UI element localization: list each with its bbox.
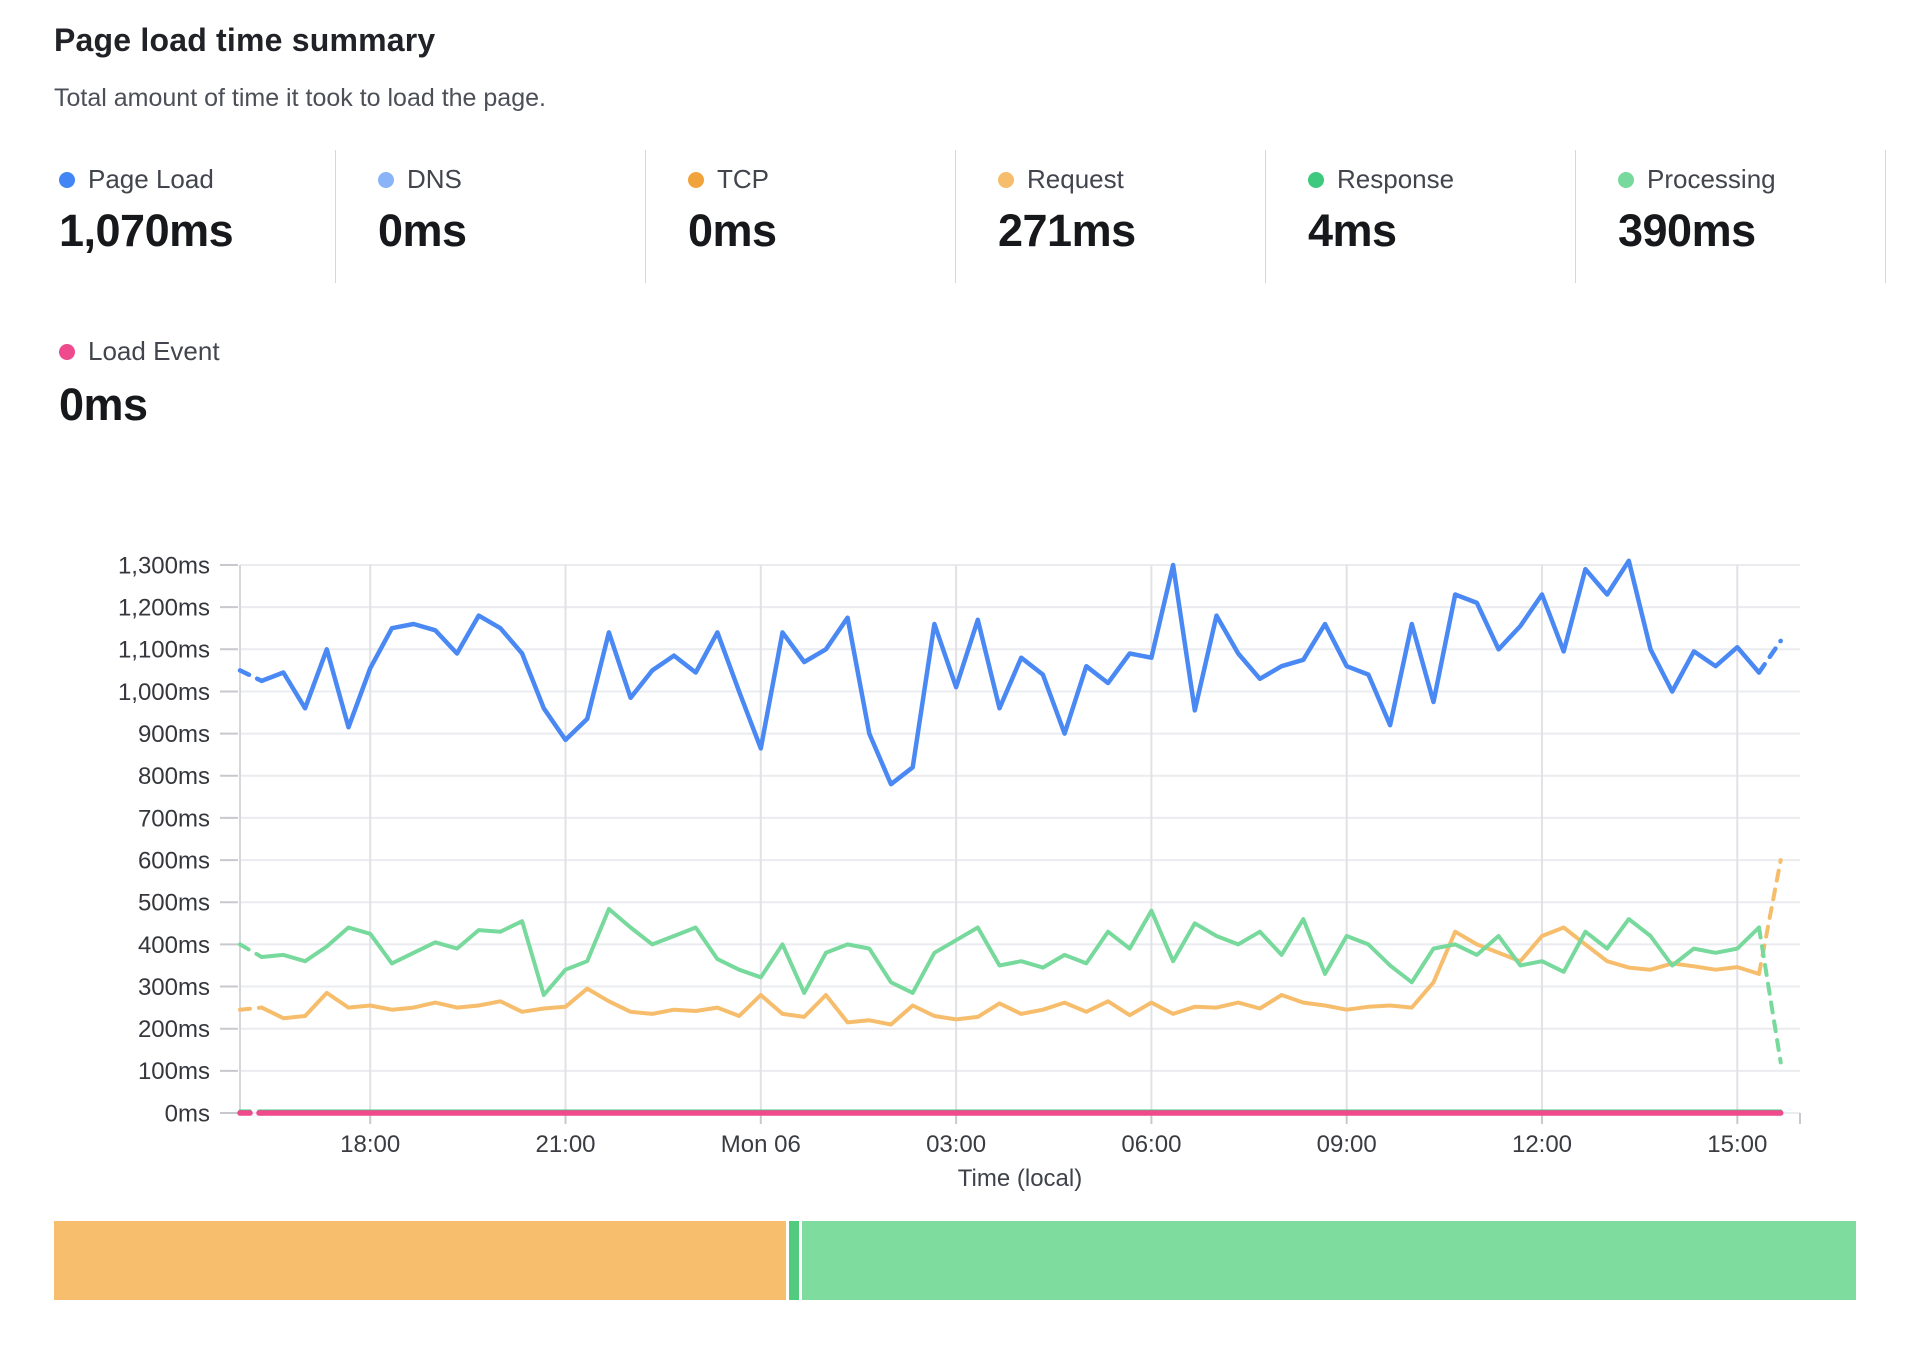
y-axis-tick-label: 300ms — [138, 974, 210, 1001]
y-axis-tick-label: 400ms — [138, 932, 210, 959]
x-axis-tick-label: 15:00 — [1707, 1131, 1767, 1158]
y-axis-tick-label: 900ms — [138, 721, 210, 748]
y-axis-tick-label: 200ms — [138, 1016, 210, 1043]
status-timeline-bar — [54, 1221, 1856, 1300]
y-axis-tick-label: 800ms — [138, 763, 210, 790]
x-axis-tick-label: 18:00 — [340, 1131, 400, 1158]
series-page-load — [240, 561, 1781, 784]
y-axis-tick-label: 500ms — [138, 890, 210, 917]
x-axis-title: Time (local) — [958, 1165, 1082, 1192]
timeline-segment-green-dark[interactable] — [789, 1221, 799, 1300]
x-axis-tick-label: 09:00 — [1317, 1131, 1377, 1158]
series-request — [240, 860, 1781, 1024]
timeline-segment-orange[interactable] — [54, 1221, 786, 1300]
y-axis-tick-label: 100ms — [138, 1058, 210, 1085]
x-axis-tick-label: 21:00 — [535, 1131, 595, 1158]
x-axis-tick-label: 12:00 — [1512, 1131, 1572, 1158]
y-axis-tick-label: 1,200ms — [118, 595, 210, 622]
y-axis-tick-label: 1,300ms — [118, 552, 210, 579]
y-axis-tick-label: 700ms — [138, 805, 210, 832]
chart-grid: 0ms 100ms 200ms 300ms 400ms 500ms 600ms 700ms 80… — [118, 552, 1800, 1158]
y-axis-tick-label: 0ms — [165, 1100, 210, 1127]
y-axis-tick-label: 600ms — [138, 847, 210, 874]
x-axis-tick-label: 03:00 — [926, 1131, 986, 1158]
y-axis-tick-label: 1,000ms — [118, 679, 210, 706]
timeline-segment-green[interactable] — [802, 1221, 1856, 1300]
x-axis-tick-label: 06:00 — [1121, 1131, 1181, 1158]
page-load-time-chart[interactable]: 0ms 100ms 200ms 300ms 400ms 500ms 600ms 700ms 80… — [0, 0, 1910, 1352]
y-axis-tick-label: 1,100ms — [118, 637, 210, 664]
x-axis-tick-label: Mon 06 — [721, 1131, 801, 1158]
